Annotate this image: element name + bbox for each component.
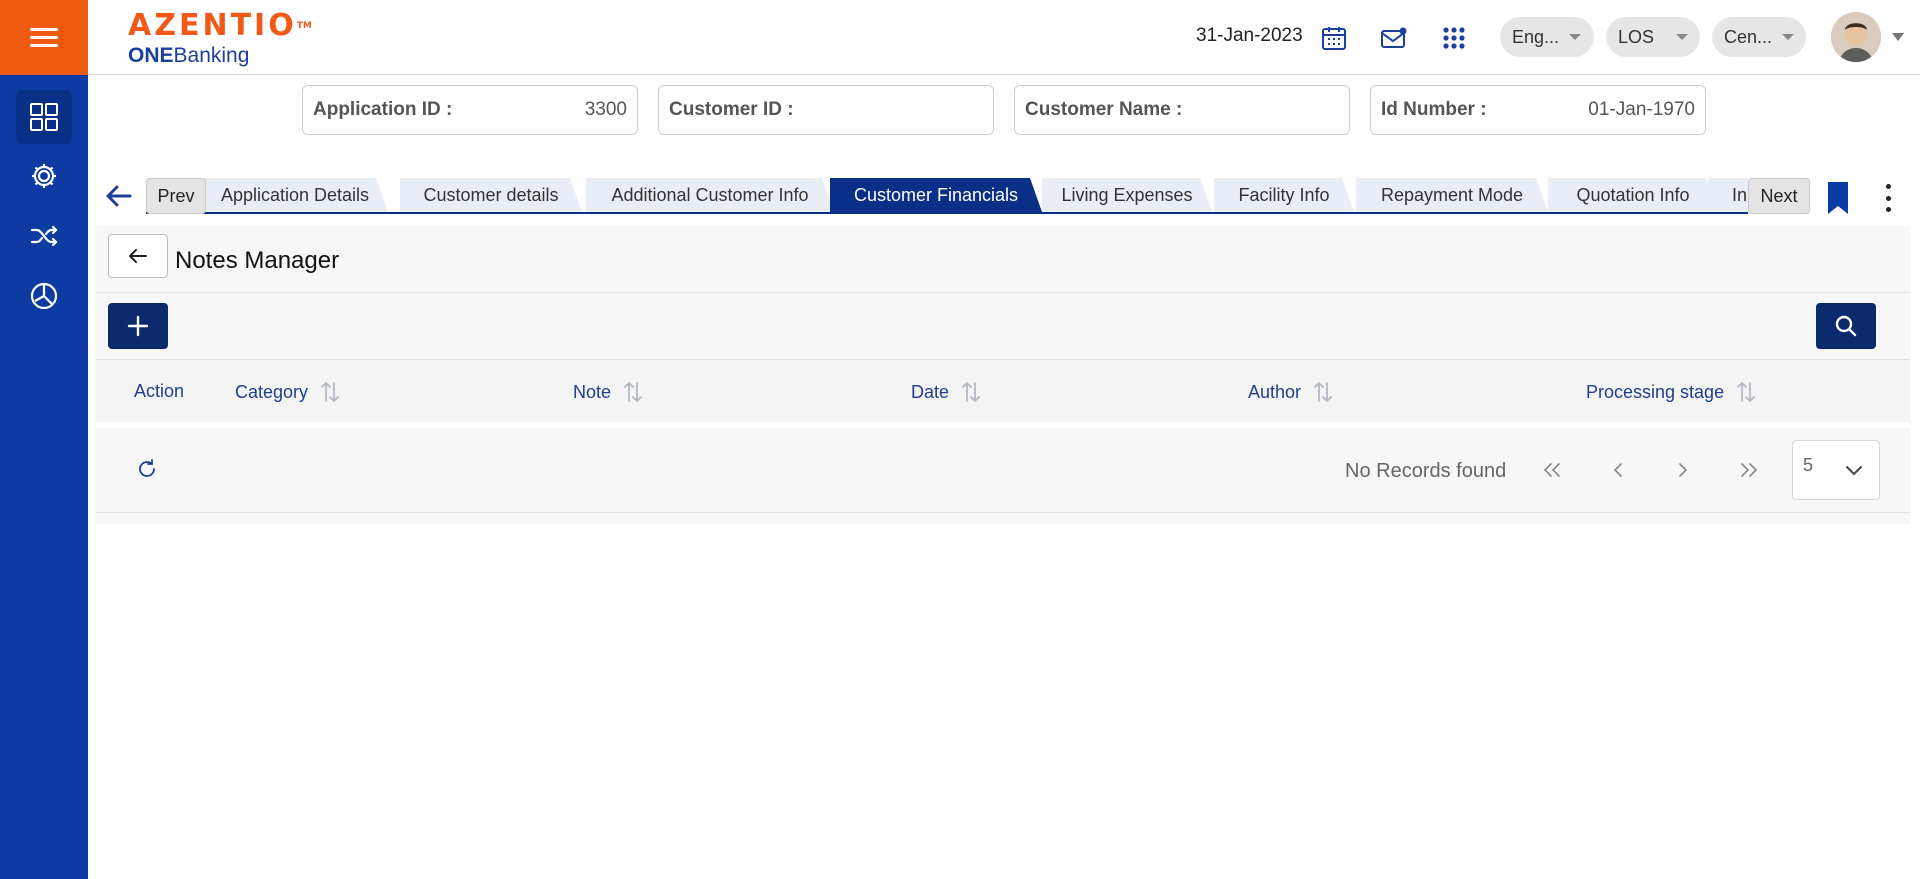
double-chevron-left-icon <box>1543 463 1560 477</box>
menu-toggle-button[interactable] <box>0 0 88 75</box>
apps-grid-icon <box>1443 27 1465 49</box>
sort-icon <box>321 381 339 403</box>
calendar-icon <box>1322 27 1346 50</box>
arrow-left-icon <box>129 249 147 263</box>
chevron-down-icon <box>1846 466 1862 476</box>
rows-per-page-select[interactable]: 5 <box>1792 440 1880 500</box>
mail-notification-icon <box>1381 27 1407 48</box>
chevron-down-icon <box>1676 34 1689 40</box>
chevron-down-icon <box>1782 34 1795 40</box>
user-avatar[interactable] <box>1831 12 1881 62</box>
tab-application-details[interactable]: Application Details <box>202 178 388 212</box>
refresh-icon[interactable] <box>136 458 158 480</box>
chevron-left-icon <box>1613 463 1622 477</box>
sort-icon <box>1737 381 1755 403</box>
customer-id-card: Customer ID : <box>658 85 994 135</box>
azentio-logo: AZENTIOTM ONEBanking <box>128 8 312 68</box>
previous-page-button[interactable] <box>1603 455 1633 485</box>
tab-customer-financials[interactable]: Customer Financials <box>830 178 1042 212</box>
tab-repayment-mode[interactable]: Repayment Mode <box>1356 178 1548 212</box>
settings-gear-icon <box>32 164 56 188</box>
customer-name-card: Customer Name : <box>1014 85 1350 135</box>
nav-dashboard[interactable] <box>16 90 72 144</box>
user-menu-caret-icon[interactable] <box>1892 33 1904 41</box>
mail-button[interactable] <box>1378 22 1410 54</box>
divider <box>96 292 1910 293</box>
add-note-button[interactable] <box>108 303 168 349</box>
bookmark-icon[interactable] <box>1826 182 1850 214</box>
tab-customer-details[interactable]: Customer details <box>400 178 582 212</box>
plus-icon <box>127 315 149 337</box>
last-page-button[interactable] <box>1734 455 1764 485</box>
prev-tab-button[interactable]: Prev <box>146 178 206 214</box>
sort-icon <box>624 381 642 403</box>
module-select[interactable]: LOS <box>1606 17 1700 57</box>
nav-workflow[interactable] <box>16 209 72 263</box>
column-header-author[interactable]: Author <box>1248 381 1333 403</box>
tab-quotation-info[interactable]: Quotation Info <box>1548 178 1718 212</box>
branch-select[interactable]: Cen... <box>1712 17 1806 57</box>
column-header-processing-stage[interactable]: Processing stage <box>1586 381 1756 403</box>
shuffle-icon <box>30 225 58 247</box>
chevron-right-icon <box>1679 463 1688 477</box>
tab-additional-customer-info[interactable]: Additional Customer Info <box>586 178 834 212</box>
hamburger-icon <box>30 27 58 48</box>
next-tab-button[interactable]: Next <box>1748 178 1810 214</box>
nav-reports[interactable] <box>16 269 72 323</box>
wizard-tab-bar: Application Details Customer details Add… <box>146 178 1748 214</box>
current-date: 31-Jan-2023 <box>1196 25 1303 46</box>
double-chevron-right-icon <box>1741 463 1758 477</box>
sort-icon <box>1314 381 1332 403</box>
sort-icon <box>962 381 980 403</box>
nav-settings[interactable] <box>16 149 72 203</box>
pie-chart-icon <box>30 282 58 310</box>
column-header-category[interactable]: Category <box>235 381 340 403</box>
next-page-button[interactable] <box>1668 455 1698 485</box>
dashboard-icon <box>30 103 58 131</box>
search-button[interactable] <box>1816 303 1876 349</box>
back-button[interactable] <box>108 234 168 278</box>
application-id-card: Application ID :3300 <box>302 85 638 135</box>
column-header-action: Action <box>134 381 185 401</box>
language-select[interactable]: Eng... <box>1500 17 1594 57</box>
column-header-date[interactable]: Date <box>911 381 981 403</box>
more-options-icon[interactable] <box>1880 182 1896 214</box>
paginator <box>96 428 1910 513</box>
calendar-button[interactable] <box>1318 22 1350 54</box>
apps-grid-button[interactable] <box>1438 22 1470 54</box>
id-number-card: Id Number :01-Jan-1970 <box>1370 85 1706 135</box>
first-page-button[interactable] <box>1537 455 1567 485</box>
back-arrow-icon[interactable] <box>105 182 133 210</box>
top-header: AZENTIOTM ONEBanking 31-Jan-2023 Eng... … <box>88 0 1920 75</box>
search-icon <box>1835 315 1857 337</box>
tab-in[interactable]: In <box>1708 178 1748 212</box>
user-photo-icon <box>1831 12 1881 62</box>
side-nav <box>0 0 88 879</box>
page-title: Notes Manager <box>175 247 340 274</box>
column-header-note[interactable]: Note <box>573 381 643 403</box>
no-records-text: No Records found <box>1345 460 1507 482</box>
chevron-down-icon <box>1569 34 1582 40</box>
tab-facility-info[interactable]: Facility Info <box>1214 178 1354 212</box>
tab-living-expenses[interactable]: Living Expenses <box>1042 178 1212 212</box>
